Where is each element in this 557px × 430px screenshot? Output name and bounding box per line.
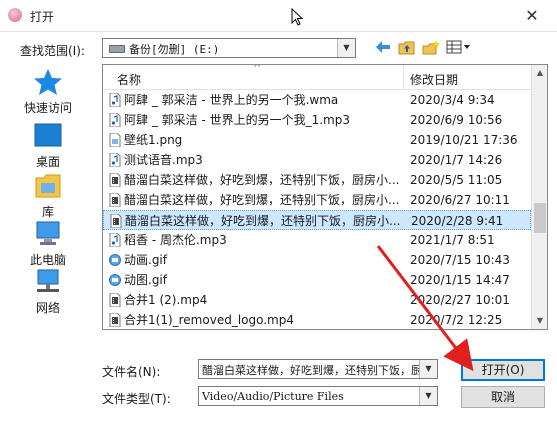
lookin-label: 查找范围(I): xyxy=(20,44,85,58)
file-name: 稻香 - 周杰伦.mp3 xyxy=(124,233,227,247)
list-item[interactable]: 壁纸1.png 2019/10/21 17:36 xyxy=(103,130,531,150)
column-divider[interactable] xyxy=(403,65,404,89)
window-title: 打开 xyxy=(30,10,55,24)
file-name: 阿肆 _ 郭采洁 - 世界上的另一个我.wma xyxy=(124,93,339,107)
file-name: 壁纸1.png xyxy=(124,133,183,147)
video-file-icon xyxy=(109,192,121,208)
list-item[interactable]: 测试语音.mp3 2020/1/7 14:26 xyxy=(103,150,531,170)
file-name: 合并1 (2).mp4 xyxy=(124,293,208,307)
gif-file-icon xyxy=(109,273,121,287)
view-menu-icon[interactable] xyxy=(446,40,472,58)
title-bar: 打开 ✕ xyxy=(0,0,557,32)
computer-icon xyxy=(14,220,82,251)
nav-this-pc[interactable]: 此电脑 xyxy=(14,220,82,268)
file-name: 合并1(1)_removed_logo.mp4 xyxy=(124,313,294,327)
lookin-value: 备份[勿删] (E:) xyxy=(129,43,220,56)
filetype-value: Video/Audio/Picture Files xyxy=(202,390,344,403)
sort-up-icon: ^ xyxy=(253,64,262,74)
library-icon xyxy=(14,172,82,203)
file-name: 阿肆 _ 郭采洁 - 世界上的另一个我_1.mp3 xyxy=(124,113,350,127)
list-item[interactable]: 醋溜白菜这样做，好吃到爆，还特别下饭，厨房小... 2020/6/27 10:11 xyxy=(103,190,531,210)
file-date: 2020/2/28 9:41 xyxy=(411,214,504,228)
chevron-down-icon[interactable]: ▼ xyxy=(337,39,355,57)
filetype-select[interactable]: Video/Audio/Picture Files ▼ xyxy=(198,386,438,406)
file-rows: 阿肆 _ 郭采洁 - 世界上的另一个我.wma 2020/3/4 9:34 阿肆 _… xyxy=(103,90,531,329)
file-name: 醋溜白菜这样做，好吃到爆，还特别下饭，厨房小... xyxy=(124,173,400,187)
new-folder-icon[interactable] xyxy=(422,40,440,58)
vertical-scrollbar[interactable]: ▲ ▼ xyxy=(531,65,547,329)
file-date: 2020/1/15 14:47 xyxy=(410,273,510,287)
file-date: 2020/6/9 10:56 xyxy=(410,113,503,127)
drive-icon xyxy=(109,45,125,53)
video-file-icon xyxy=(109,172,121,188)
list-item[interactable]: 动图.gif 2020/1/15 14:47 xyxy=(103,270,531,290)
file-date: 2020/7/2 12:25 xyxy=(410,313,503,327)
up-folder-icon[interactable] xyxy=(398,40,416,58)
nav-label-this-pc: 此电脑 xyxy=(29,253,66,267)
nav-network[interactable]: 网络 xyxy=(14,268,82,316)
mouse-cursor-icon xyxy=(291,7,304,29)
list-item[interactable]: 稻香 - 周杰伦.mp3 2021/1/7 8:51 xyxy=(103,230,531,250)
nav-label-network: 网络 xyxy=(35,301,60,315)
lookin-combo[interactable]: 备份[勿删] (E:) ▼ xyxy=(102,38,356,58)
file-date: 2021/1/7 8:51 xyxy=(410,233,495,247)
nav-quick-access[interactable]: 快速访问 xyxy=(14,68,82,116)
list-item[interactable]: 合并1(1)_removed_logo.mp4 2020/7/2 12:25 xyxy=(103,310,531,329)
places-bar: 快速访问 桌面 库 此电脑 网络 xyxy=(14,64,82,324)
file-date: 2020/5/5 11:05 xyxy=(410,173,503,187)
file-name: 醋溜白菜这样做，好吃到爆，还特别下饭，厨房小... xyxy=(124,193,400,207)
list-item[interactable]: 合并1 (2).mp4 2020/2/27 10:01 xyxy=(103,290,531,310)
cancel-button[interactable]: 取消 xyxy=(461,386,545,408)
list-header: ^ 名称 修改日期 xyxy=(103,65,531,90)
app-icon xyxy=(8,8,22,22)
star-icon xyxy=(14,68,82,99)
nav-label-library: 库 xyxy=(41,205,54,219)
video-file-icon xyxy=(110,213,122,229)
filename-value: 醋溜白菜这样做，好吃到爆，还特别下饭，厨房小白 xyxy=(202,364,420,377)
file-list[interactable]: ^ 名称 修改日期 阿肆 _ 郭采洁 - 世界上的另一个我.wma 2020/3/… xyxy=(102,64,548,330)
column-header-name[interactable]: 名称 xyxy=(117,71,141,88)
network-icon xyxy=(14,268,82,299)
file-name: 动图.gif xyxy=(124,273,167,287)
audio-file-icon xyxy=(109,112,121,128)
open-button[interactable]: 打开(O) xyxy=(461,359,545,381)
file-date: 2020/6/27 10:11 xyxy=(410,193,510,207)
close-icon[interactable]: ✕ xyxy=(517,5,547,27)
filetype-label: 文件类型(T): xyxy=(102,392,171,406)
audio-file-icon xyxy=(109,232,121,248)
column-header-date[interactable]: 修改日期 xyxy=(410,71,458,88)
back-arrow-icon[interactable] xyxy=(374,40,392,58)
video-file-icon xyxy=(109,312,121,328)
filename-label: 文件名(N): xyxy=(102,365,161,379)
list-item[interactable]: 阿肆 _ 郭采洁 - 世界上的另一个我_1.mp3 2020/6/9 10:56 xyxy=(103,110,531,130)
list-item-selected[interactable]: 醋溜白菜这样做，好吃到爆，还特别下饭，厨房小... 2020/2/28 9:41 xyxy=(103,210,531,230)
desktop-icon xyxy=(14,122,82,153)
file-date: 2020/1/7 14:26 xyxy=(410,153,503,167)
file-date: 2020/2/27 10:01 xyxy=(410,293,510,307)
scroll-down-icon[interactable]: ▼ xyxy=(532,313,547,329)
list-item[interactable]: 阿肆 _ 郭采洁 - 世界上的另一个我.wma 2020/3/4 9:34 xyxy=(103,90,531,110)
file-date: 2020/3/4 9:34 xyxy=(410,93,495,107)
filename-input[interactable]: 醋溜白菜这样做，好吃到爆，还特别下饭，厨房小白 ▼ xyxy=(198,359,438,379)
nav-label-quick-access: 快速访问 xyxy=(23,101,72,115)
list-item[interactable]: 醋溜白菜这样做，好吃到爆，还特别下饭，厨房小... 2020/5/5 11:05 xyxy=(103,170,531,190)
scroll-up-icon[interactable]: ▲ xyxy=(532,65,547,81)
file-name: 测试语音.mp3 xyxy=(124,153,203,167)
file-date: 2019/10/21 17:36 xyxy=(410,133,518,147)
nav-library[interactable]: 库 xyxy=(14,172,82,220)
gif-file-icon xyxy=(109,253,121,267)
list-item[interactable]: 动画.gif 2020/7/15 10:43 xyxy=(103,250,531,270)
file-name: 动画.gif xyxy=(124,253,167,267)
video-file-icon xyxy=(109,292,121,308)
scroll-thumb[interactable] xyxy=(534,203,546,233)
image-file-icon xyxy=(109,132,121,148)
audio-file-icon xyxy=(109,152,121,168)
audio-file-icon xyxy=(109,92,121,108)
chevron-down-icon[interactable]: ▼ xyxy=(419,387,437,405)
nav-desktop[interactable]: 桌面 xyxy=(14,122,82,170)
file-name: 醋溜白菜这样做，好吃到爆，还特别下饭，厨房小... xyxy=(125,214,401,228)
chevron-down-icon[interactable]: ▼ xyxy=(419,360,437,378)
nav-label-desktop: 桌面 xyxy=(35,155,60,169)
file-date: 2020/7/15 10:43 xyxy=(410,253,510,267)
